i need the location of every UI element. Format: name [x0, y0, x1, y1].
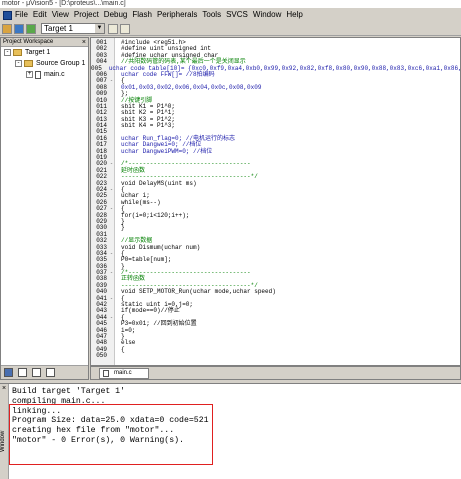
target-select[interactable]: Target 1 ▼	[41, 23, 105, 34]
fold-marker[interactable]: -	[108, 206, 115, 212]
code-text: {	[121, 345, 125, 353]
folder-icon	[13, 49, 22, 56]
line-number: 050	[96, 352, 107, 360]
menu-project[interactable]: Project	[74, 8, 99, 22]
fold-marker[interactable]: -	[108, 78, 115, 84]
tab-main-c[interactable]: main.c	[99, 368, 149, 379]
fold-marker[interactable]: -	[108, 315, 115, 321]
rebuild-icon[interactable]	[26, 23, 36, 34]
tree-item-target[interactable]: - Target 1	[1, 47, 88, 58]
folder-icon	[24, 60, 33, 67]
code-text: uchar DangweiPWM=0; //档位	[121, 147, 213, 155]
menu-tools[interactable]: Tools	[202, 8, 221, 22]
code-text: for(i=0;i<120;i++);	[121, 211, 190, 219]
menu-svcs[interactable]: SVCS	[226, 8, 248, 22]
code-text: void SETP_MOTOR_Run(uchar mode,uchar spe…	[121, 288, 276, 296]
file-icon	[35, 70, 41, 79]
workspace-header: Project Workspace ×	[1, 38, 88, 47]
workspace-title: Project Workspace	[3, 39, 54, 45]
close-icon[interactable]: ×	[82, 38, 86, 47]
window-title: motor - μVision5 - [D:\proteus\...\main.…	[2, 0, 126, 7]
fold-marker[interactable]: -	[108, 270, 115, 276]
file-icon	[103, 370, 109, 377]
menu-window[interactable]: Window	[253, 8, 281, 22]
tree-item-source-group[interactable]: - Source Group 1	[1, 58, 88, 69]
menu-help[interactable]: Help	[286, 8, 302, 22]
menu-debug[interactable]: Debug	[104, 8, 128, 22]
code-editor[interactable]: 001 #include <reg51.h> 002 #define uint uns…	[90, 37, 461, 366]
translate-icon[interactable]	[2, 23, 12, 34]
tree-item-label: Source Group 1	[36, 60, 86, 67]
menu-edit[interactable]: Edit	[33, 8, 47, 22]
highlight-box	[9, 404, 213, 465]
tree-item-main-c[interactable]: + main.c	[1, 69, 88, 80]
tree-toggle[interactable]: -	[15, 60, 22, 67]
code-text: void Dismum(uchar num)	[121, 243, 201, 251]
menu-bar: File Edit View Project Debug Flash Perip…	[0, 8, 461, 22]
app-icon[interactable]	[3, 10, 12, 20]
target-select-value: Target 1	[44, 24, 73, 33]
fold-marker[interactable]: -	[108, 161, 115, 167]
build-output-window: × Window Build target 'Target 1' compili…	[0, 383, 461, 479]
output-line: Build target 'Target 1'	[12, 387, 126, 396]
fold-marker[interactable]: -	[108, 251, 115, 257]
code-lines: 001 #include <reg51.h> 002 #define uint uns…	[91, 39, 460, 360]
close-icon[interactable]: ×	[0, 384, 8, 393]
output-side-bar: × Window	[0, 384, 9, 479]
tree-item-label: Target 1	[25, 49, 51, 56]
workspace-tabs	[1, 365, 88, 379]
window-title-bar: motor - μVision5 - [D:\proteus\...\main.…	[0, 0, 461, 8]
menu-view[interactable]: View	[52, 8, 69, 22]
code-text: 0x01,0x03,0x02,0x06,0x04,0x0c,0x08,0x09	[121, 83, 262, 91]
editor-tab-bar: main.c	[90, 366, 461, 380]
toolbar: Target 1 ▼	[0, 22, 461, 36]
functions-tab-icon[interactable]	[32, 368, 41, 377]
code-text: void DelayMS(uint ms)	[121, 179, 197, 187]
tree-toggle[interactable]: +	[26, 71, 33, 78]
code-text: uchar code FFW[]= //8拍编码	[121, 70, 215, 78]
tree-item-label: main.c	[44, 71, 65, 78]
menu-flash[interactable]: Flash	[132, 8, 152, 22]
project-tab-icon[interactable]	[4, 368, 13, 377]
templates-tab-icon[interactable]	[46, 368, 55, 377]
code-text: }	[121, 224, 125, 232]
tree-toggle[interactable]: -	[4, 49, 11, 56]
chevron-down-icon[interactable]: ▼	[95, 24, 104, 33]
tab-label: main.c	[114, 370, 132, 376]
code-line: 050	[91, 352, 460, 360]
build-icon[interactable]	[14, 23, 24, 34]
books-tab-icon[interactable]	[18, 368, 27, 377]
target-options-icon[interactable]	[108, 23, 118, 34]
menu-file[interactable]: File	[15, 8, 28, 22]
code-text: sbit K4 = P1^3;	[121, 122, 176, 130]
fold-marker[interactable]: -	[108, 187, 115, 193]
output-window-label: Window	[0, 430, 6, 452]
project-workspace: Project Workspace × - Target 1 - Source …	[0, 37, 89, 380]
menu-peripherals[interactable]: Peripherals	[157, 8, 197, 22]
manage-components-icon[interactable]	[120, 23, 130, 34]
fold-marker[interactable]: -	[108, 296, 115, 302]
